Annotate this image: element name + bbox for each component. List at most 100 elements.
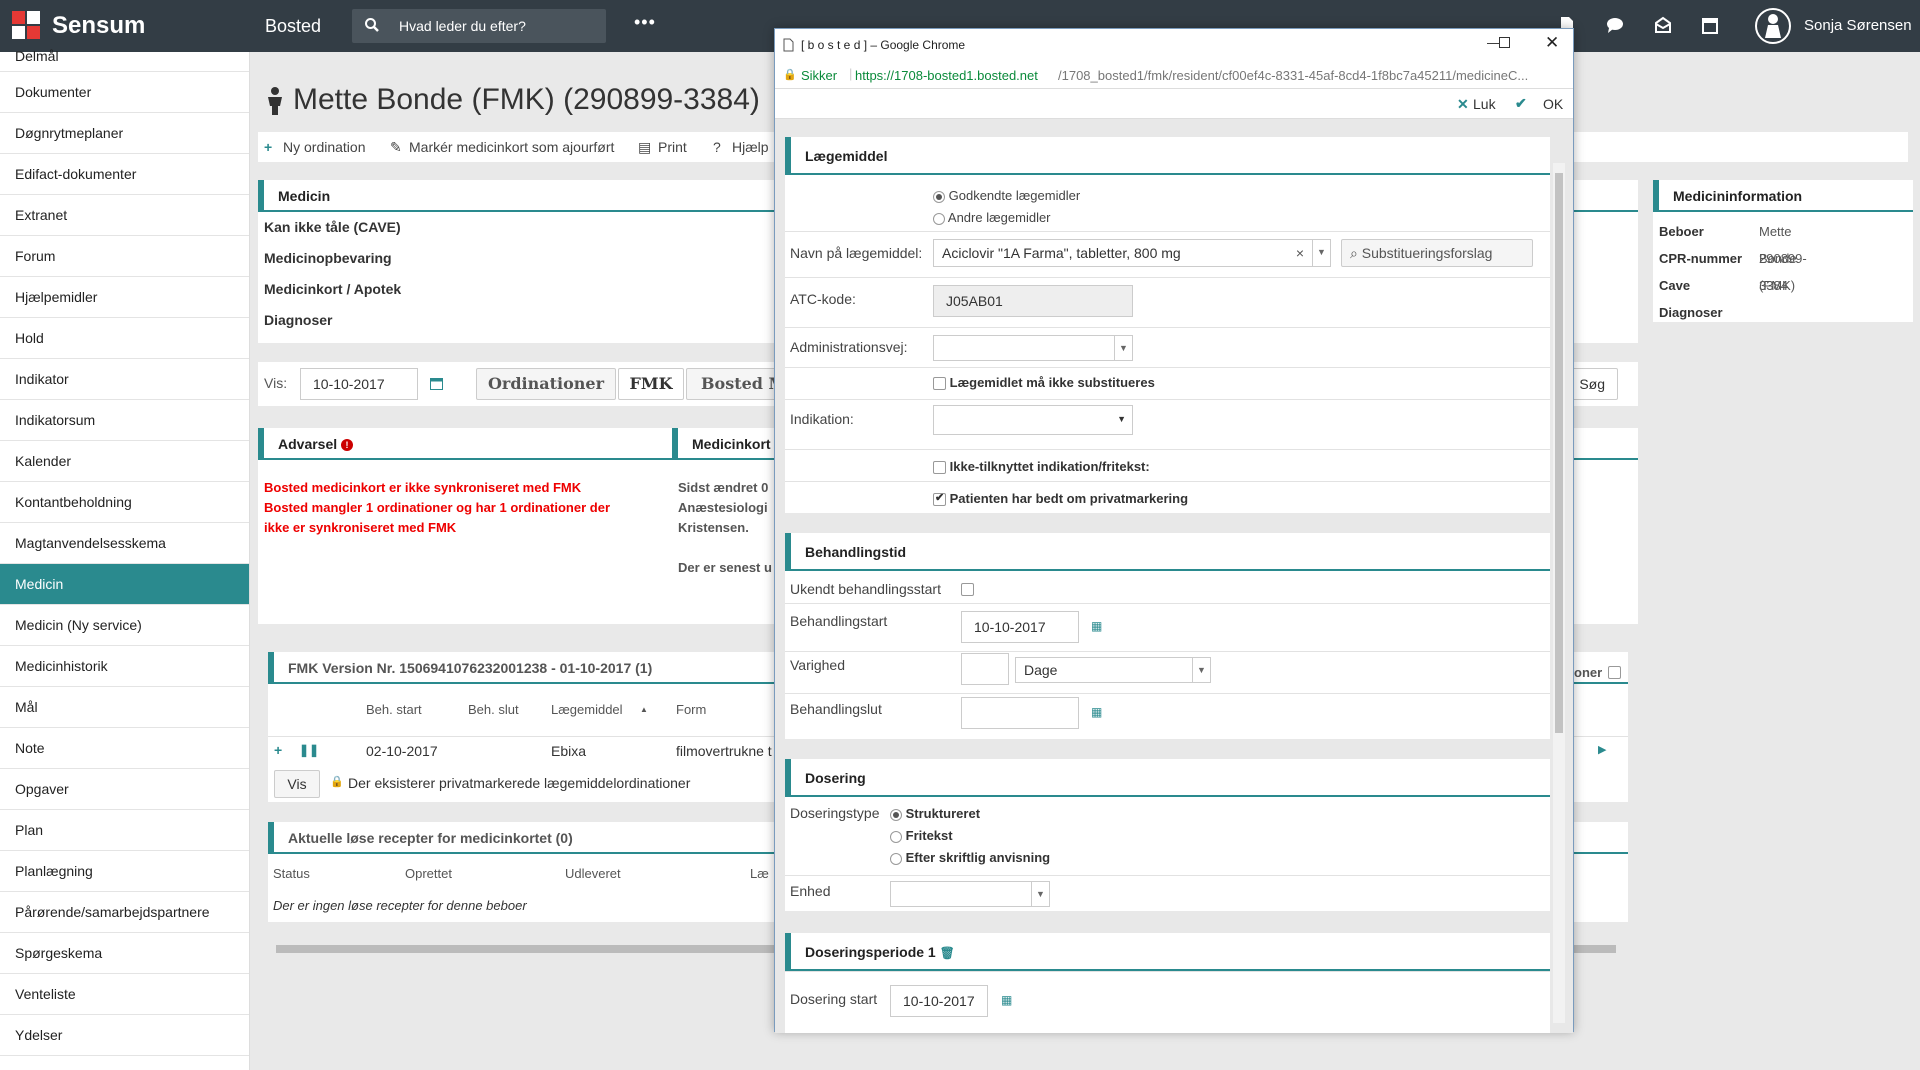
col-laegemiddel[interactable]: Lægemiddel bbox=[551, 702, 623, 717]
col-form[interactable]: Form bbox=[676, 702, 706, 717]
no-subst-checkbox[interactable] bbox=[933, 377, 946, 391]
dialog-scrollbar[interactable] bbox=[1553, 163, 1565, 1023]
chat-icon[interactable] bbox=[1606, 16, 1624, 34]
radio-andre[interactable] bbox=[933, 212, 945, 225]
sidebar-item-opgaver[interactable]: Opgaver bbox=[0, 769, 249, 810]
sidebar-item-maal[interactable]: Mål bbox=[0, 687, 249, 728]
calendar-icon[interactable]: ▦ bbox=[1091, 619, 1102, 633]
sidebar-item-indikator[interactable]: Indikator bbox=[0, 359, 249, 400]
sidebar-item-dokumenter[interactable]: Dokumenter bbox=[0, 72, 249, 113]
drug-name-select[interactable]: Aciclovir "1A Farma", tabletter, 800 mg … bbox=[933, 239, 1331, 267]
sidebar-item-hjaelpemidler[interactable]: Hjælpemidler bbox=[0, 277, 249, 318]
radio-struktureret-label[interactable]: Struktureret bbox=[906, 806, 980, 821]
col-oprettet[interactable]: Oprettet bbox=[405, 866, 452, 881]
radio-anvisning-label[interactable]: Efter skriftlig anvisning bbox=[906, 850, 1050, 865]
indication-select[interactable]: ▼ bbox=[933, 405, 1133, 435]
radio-godkendte-label[interactable]: Godkendte lægemidler bbox=[949, 188, 1081, 203]
sidebar-item-edifact[interactable]: Edifact-dokumenter bbox=[0, 154, 249, 195]
clear-icon[interactable]: × bbox=[1296, 240, 1304, 266]
col-laegemiddel-recept[interactable]: Læ bbox=[750, 866, 769, 881]
ind-free-checkbox[interactable] bbox=[933, 461, 946, 475]
ok-button[interactable]: OK bbox=[1543, 96, 1563, 112]
sidebar-item-magtanvendelsesskema[interactable]: Magtanvendelsesskema bbox=[0, 523, 249, 564]
sidebar-item-delmal[interactable]: Delmål bbox=[0, 49, 249, 72]
search-button[interactable]: Søg bbox=[1568, 368, 1618, 400]
sidebar-item-paarorende[interactable]: Pårørende/samarbejdspartnere bbox=[0, 892, 249, 933]
ind-free-label[interactable]: Ikke-tilknyttet indikation/fritekst: bbox=[950, 459, 1150, 474]
eg-logo[interactable] bbox=[12, 11, 40, 39]
col-beh-slut[interactable]: Beh. slut bbox=[468, 702, 519, 717]
sidebar-item-dognrytmeplaner[interactable]: Døgnrytmeplaner bbox=[0, 113, 249, 154]
radio-andre-label[interactable]: Andre lægemidler bbox=[948, 210, 1051, 225]
mail-icon[interactable] bbox=[1654, 16, 1672, 34]
admin-select[interactable]: ▼ bbox=[933, 335, 1133, 361]
radio-anvisning[interactable] bbox=[890, 852, 902, 865]
url-host[interactable]: https://1708-bosted1.bosted.net bbox=[855, 68, 1038, 83]
slut-date-input[interactable] bbox=[961, 697, 1079, 729]
maximize-icon[interactable] bbox=[1499, 37, 1510, 48]
start-date-input[interactable]: 10-10-2017 bbox=[961, 611, 1079, 643]
chevron-down-icon[interactable]: ▼ bbox=[1114, 336, 1132, 360]
new-ordination-button[interactable]: Ny ordination bbox=[283, 139, 366, 155]
sidebar-item-note[interactable]: Note bbox=[0, 728, 249, 769]
brand-name[interactable]: Sensum bbox=[52, 12, 145, 40]
close-window-icon[interactable]: ✕ bbox=[1545, 33, 1559, 53]
col-udleveret[interactable]: Udleveret bbox=[565, 866, 621, 881]
sidebar-item-medicin-ny[interactable]: Medicin (Ny service) bbox=[0, 605, 249, 646]
trash-icon[interactable]: 🗑 bbox=[940, 946, 955, 960]
col-status[interactable]: Status bbox=[273, 866, 310, 881]
col-beh-start[interactable]: Beh. start bbox=[366, 702, 422, 717]
sidebar-item-extranet[interactable]: Extranet bbox=[0, 195, 249, 236]
tab-bosted[interactable]: Bosted M bbox=[686, 368, 786, 400]
vis-date-input[interactable]: 10-10-2017 bbox=[300, 368, 418, 400]
privat-label[interactable]: Patienten har bedt om privatmarkering bbox=[950, 491, 1188, 506]
avatar[interactable] bbox=[1755, 8, 1791, 44]
calendar-icon[interactable] bbox=[430, 377, 443, 390]
chevron-down-icon[interactable]: ▼ bbox=[1312, 240, 1330, 266]
privat-checkbox[interactable]: ✔ bbox=[933, 492, 946, 507]
sidebar-item-ydelser[interactable]: Ydelser bbox=[0, 1015, 249, 1056]
enhed-select[interactable]: ▼ bbox=[890, 881, 1050, 907]
chevron-down-icon[interactable]: ▼ bbox=[1192, 658, 1210, 682]
radio-fritekst[interactable] bbox=[890, 830, 902, 843]
address-bar[interactable]: 🔒 Sikker | https://1708-bosted1.bosted.n… bbox=[775, 61, 1573, 89]
url-path[interactable]: /1708_bosted1/fmk/resident/cf00ef4c-8331… bbox=[1058, 68, 1528, 83]
sidebar-item-sporgeskema[interactable]: Spørgeskema bbox=[0, 933, 249, 974]
sidebar-item-forum[interactable]: Forum bbox=[0, 236, 249, 277]
tab-ordinationer[interactable]: Ordinationer bbox=[476, 368, 616, 400]
calendar-icon[interactable] bbox=[1702, 16, 1718, 34]
sidebar-item-kalender[interactable]: Kalender bbox=[0, 441, 249, 482]
sidebar-item-hold[interactable]: Hold bbox=[0, 318, 249, 359]
radio-fritekst-label[interactable]: Fritekst bbox=[906, 828, 953, 843]
chevron-down-icon[interactable]: ▼ bbox=[1031, 882, 1049, 906]
no-subst-label[interactable]: Lægemidlet må ikke substitueres bbox=[950, 375, 1155, 390]
pause-icon[interactable]: ❚❚ bbox=[299, 743, 319, 757]
sidebar-item-medicinhistorik[interactable]: Medicinhistorik bbox=[0, 646, 249, 687]
chevron-down-icon[interactable]: ▼ bbox=[1117, 414, 1126, 424]
add-icon[interactable]: + bbox=[274, 742, 282, 758]
mark-updated-button[interactable]: Markér medicinkort som ajourført bbox=[409, 139, 614, 155]
luk-button[interactable]: Luk bbox=[1473, 96, 1496, 112]
search-box[interactable]: Hvad leder du efter? bbox=[352, 9, 606, 43]
sidebar-item-kontantbeholdning[interactable]: Kontantbeholdning bbox=[0, 482, 249, 523]
radio-struktureret[interactable] bbox=[890, 808, 902, 821]
dosering-start-input[interactable]: 10-10-2017 bbox=[890, 985, 988, 1017]
radio-godkendte[interactable] bbox=[933, 190, 945, 203]
more-icon[interactable]: ••• bbox=[634, 12, 656, 33]
sidebar-item-planlaegning[interactable]: Planlægning bbox=[0, 851, 249, 892]
sidebar-item-venteliste[interactable]: Venteliste bbox=[0, 974, 249, 1015]
help-button[interactable]: Hjælp bbox=[732, 139, 769, 155]
app-name[interactable]: Bosted bbox=[265, 16, 321, 37]
atc-input[interactable]: J05AB01 bbox=[933, 285, 1133, 317]
varighed-input[interactable] bbox=[961, 653, 1009, 685]
sidebar-item-medicin[interactable]: Medicin bbox=[0, 564, 249, 605]
fmk-checkbox[interactable] bbox=[1608, 666, 1621, 679]
search-input[interactable]: Hvad leder du efter? bbox=[399, 18, 526, 34]
unknown-start-checkbox[interactable] bbox=[961, 583, 974, 596]
chevron-right-icon[interactable]: ▶ bbox=[1598, 743, 1606, 756]
print-button[interactable]: Print bbox=[658, 139, 687, 155]
calendar-icon[interactable]: ▦ bbox=[1091, 705, 1102, 719]
user-name[interactable]: Sonja Sørensen bbox=[1804, 17, 1912, 34]
calendar-icon[interactable]: ▦ bbox=[1001, 993, 1012, 1007]
sidebar-item-indikatorsum[interactable]: Indikatorsum bbox=[0, 400, 249, 441]
